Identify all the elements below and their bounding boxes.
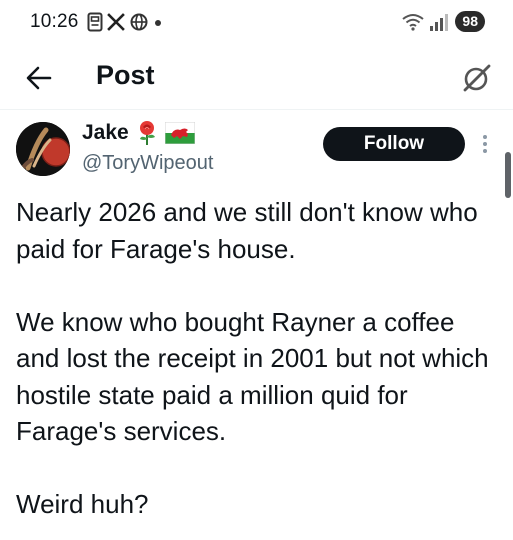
status-time: 10:26 [30, 11, 79, 32]
dot-icon [155, 20, 161, 26]
status-right: 98 [401, 11, 485, 32]
post-text: Nearly 2026 and we still don't know who … [16, 197, 489, 519]
avatar[interactable] [16, 122, 70, 176]
user-handle[interactable]: @ToryWipeout [82, 152, 213, 175]
x-app-icon [107, 13, 125, 31]
grok-icon[interactable] [461, 62, 493, 94]
post-header: Post [0, 50, 513, 106]
follow-button[interactable]: Follow [323, 127, 465, 161]
display-name[interactable]: Jake [82, 121, 129, 145]
header-divider [0, 109, 513, 110]
page-title: Post [96, 60, 155, 90]
status-bar: 10:26 98 [0, 0, 513, 46]
status-app-icons [87, 12, 163, 32]
rose-emoji [139, 121, 155, 145]
wales-flag-emoji [164, 122, 195, 144]
app-icon [130, 13, 148, 31]
signal-icon [430, 13, 449, 31]
arrow-left-icon[interactable] [24, 64, 54, 92]
notification-app-icon [87, 12, 103, 32]
display-name-row[interactable]: Jake [82, 120, 195, 146]
wifi-icon [402, 13, 425, 31]
battery-badge: 98 [455, 11, 485, 32]
scrollbar[interactable] [505, 152, 511, 198]
more-options-icon[interactable] [481, 133, 489, 155]
